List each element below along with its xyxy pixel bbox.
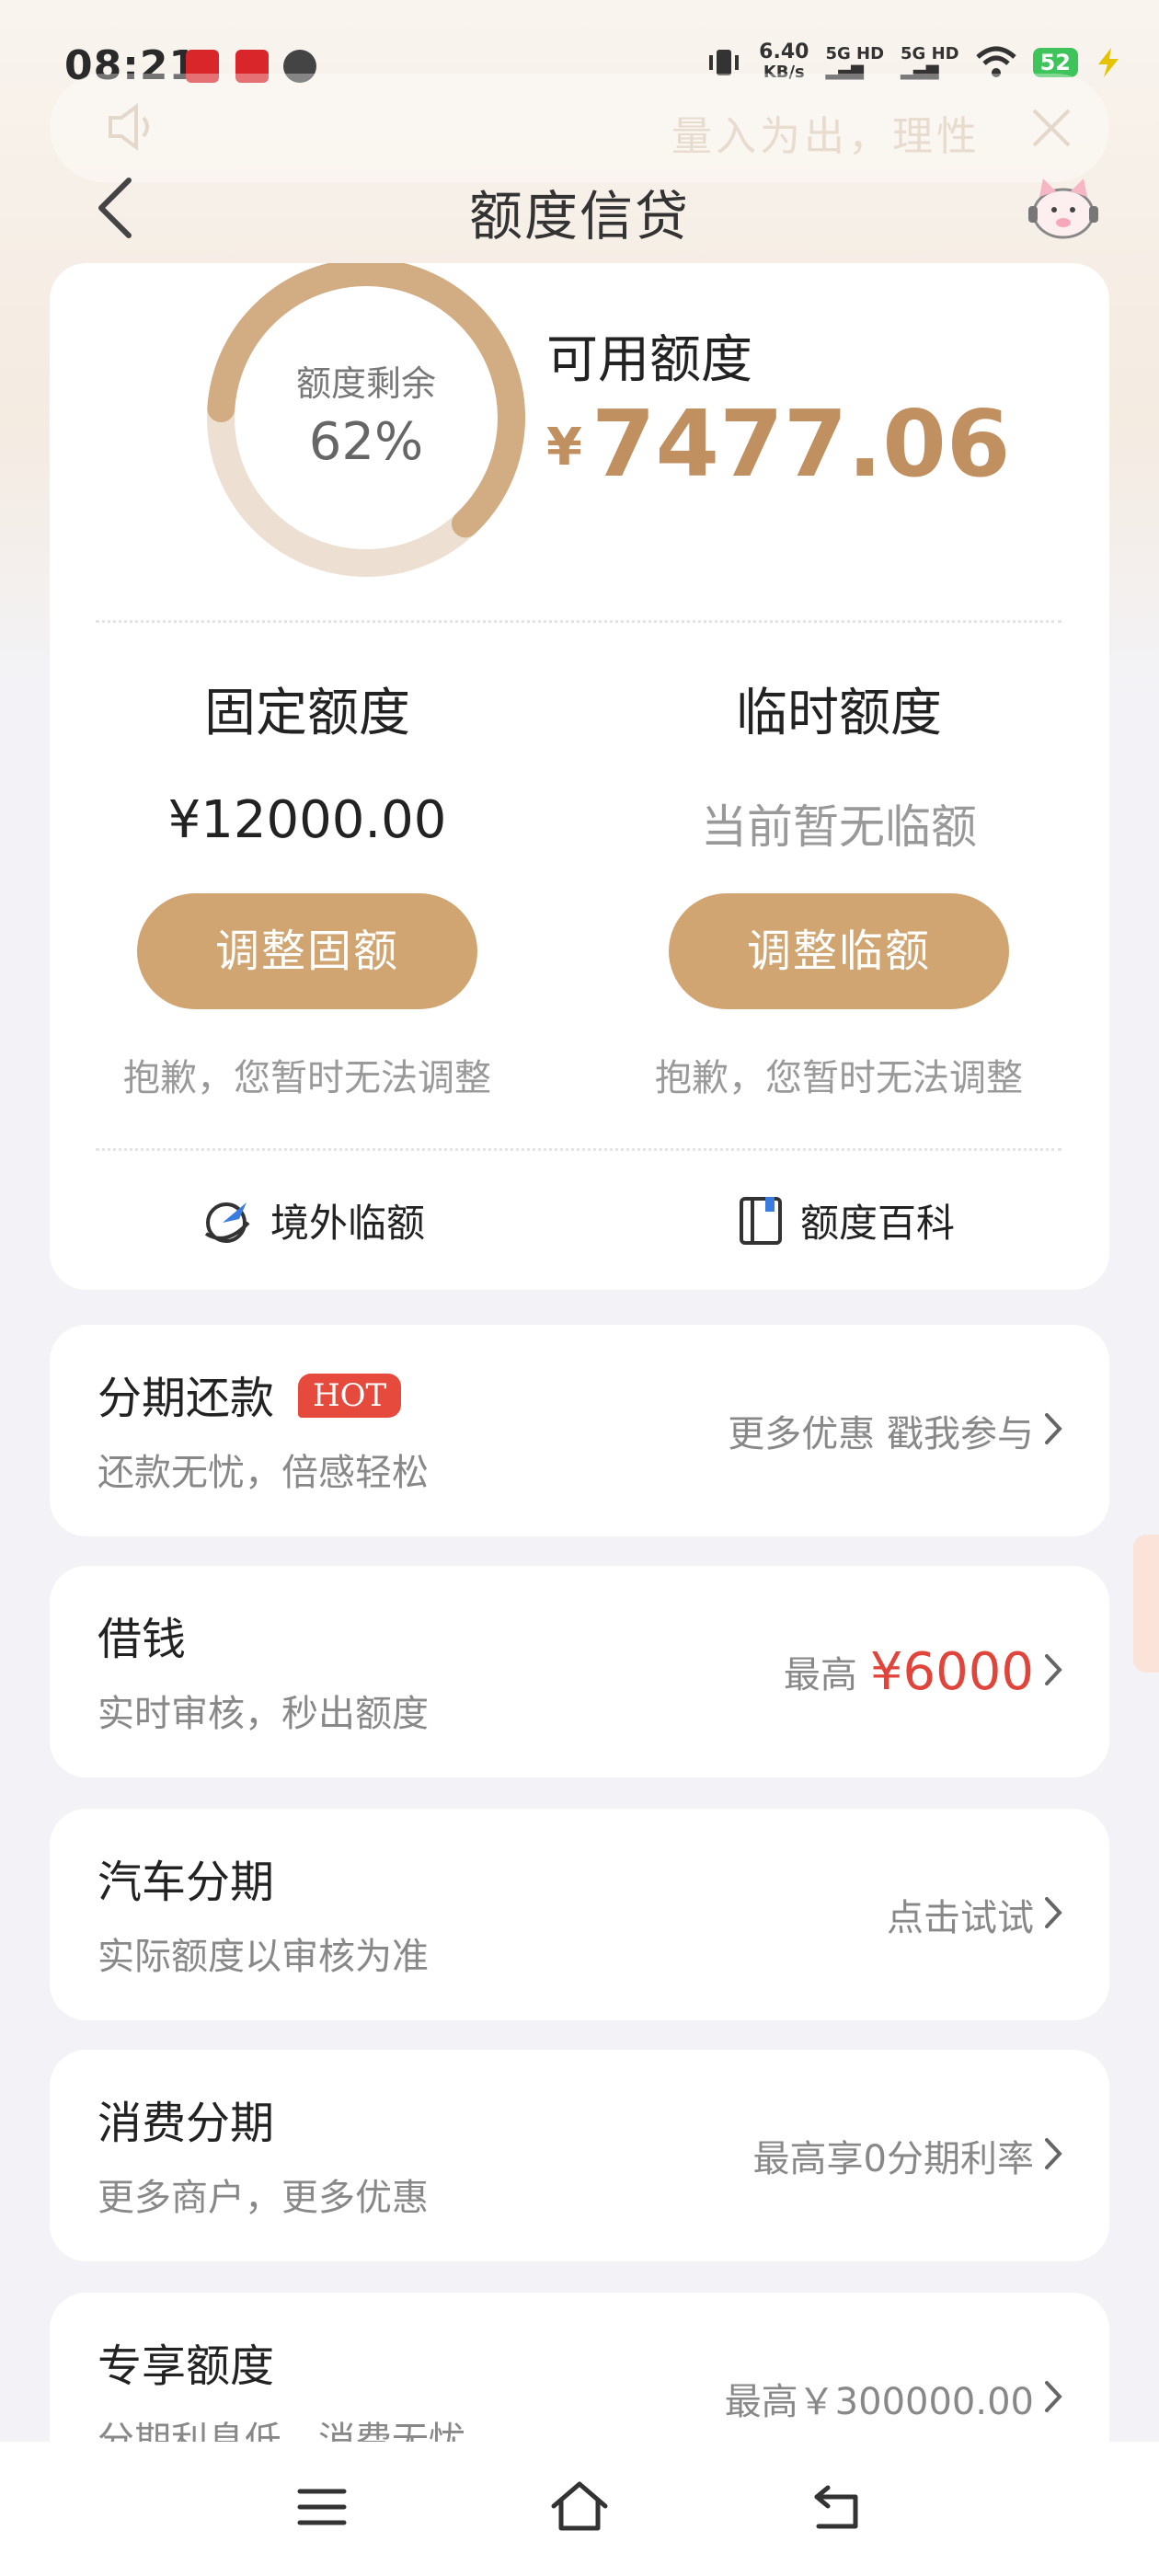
- fixed-credit-title: 固定额度: [204, 684, 410, 743]
- currency-symbol: ¥: [546, 418, 582, 477]
- fixed-credit-note: 抱歉，您暂时无法调整: [123, 1057, 491, 1099]
- charging-icon: [1098, 48, 1119, 77]
- notice-text: 量入为出，理性: [671, 113, 981, 160]
- notice-banner[interactable]: 量入为出，理性: [50, 74, 1109, 182]
- service-subtitle: 实时审核，秒出额度: [98, 1693, 429, 1735]
- system-navigation-bar: [0, 2442, 1159, 2576]
- fixed-credit-section: 固定额度 ¥12000.00 调整固额 抱歉，您暂时无法调整: [50, 672, 565, 1101]
- temporary-credit-note: 抱歉，您暂时无法调整: [655, 1057, 1023, 1099]
- available-label: 可用额度: [546, 330, 752, 390]
- available-amount: ¥7477.06: [546, 390, 1010, 498]
- floating-side-tab[interactable]: [1133, 1535, 1159, 1673]
- ring-label: 额度剩余: [295, 363, 436, 404]
- mascot-icon[interactable]: [1025, 173, 1102, 243]
- service-subtitle: 更多商户，更多优惠: [98, 2177, 429, 2219]
- book-icon: [740, 1196, 782, 1245]
- service-title: 汽车分期: [98, 1857, 275, 1908]
- service-title: 借钱: [98, 1614, 187, 1665]
- chevron-right-icon: [1045, 2381, 1062, 2412]
- chevron-right-icon: [1045, 1897, 1062, 1928]
- temporary-credit-section: 临时额度 当前暂无临额 调整临额 抱歉，您暂时无法调整: [581, 672, 1096, 1101]
- chevron-right-icon: [1045, 1413, 1062, 1444]
- service-subtitle: 实际额度以审核为准: [98, 1936, 429, 1978]
- temporary-credit-title: 临时额度: [736, 684, 942, 743]
- service-right-text: 最高 ¥6000: [783, 1641, 1034, 1702]
- overseas-temp-credit-link[interactable]: 境外临额: [202, 1192, 425, 1248]
- overseas-temp-credit-label: 境外临额: [270, 1201, 426, 1246]
- credit-encyclopedia-label: 额度百科: [800, 1201, 956, 1246]
- close-icon[interactable]: [1030, 107, 1073, 149]
- adjust-temporary-button[interactable]: 调整临额: [669, 893, 1009, 1009]
- chevron-right-icon: [1045, 2138, 1062, 2169]
- service-borrow-money[interactable]: 借钱 实时审核，秒出额度 最高 ¥6000: [50, 1566, 1109, 1777]
- service-right-text: 更多优惠 戳我参与: [728, 1413, 1034, 1455]
- max-loan-amount: ¥6000: [869, 1641, 1034, 1702]
- chevron-right-icon: [1045, 1654, 1062, 1685]
- service-title: 消费分期: [98, 2098, 275, 2149]
- menu-icon[interactable]: [296, 2484, 348, 2530]
- service-car-installment[interactable]: 汽车分期 实际额度以审核为准 点击试试: [50, 1809, 1109, 2020]
- available-amount-value: 7477.06: [591, 390, 1011, 498]
- page-title: 额度信贷: [468, 185, 690, 247]
- temporary-credit-amount: 当前暂无临额: [701, 800, 977, 854]
- credit-summary-card: 额度剩余 62% 可用额度 ¥7477.06 固定额度 ¥12000.00 调整…: [50, 263, 1109, 1290]
- divider: [96, 620, 1061, 623]
- plane-globe-icon: [204, 1202, 250, 1243]
- back-nav-icon[interactable]: [809, 2482, 865, 2532]
- service-right-text: 点击试试: [887, 1897, 1034, 1939]
- speaker-icon: [109, 103, 149, 151]
- hot-badge: HOT: [298, 1374, 402, 1418]
- service-subtitle: 还款无忧，倍感轻松: [98, 1452, 429, 1494]
- divider: [96, 1148, 1061, 1151]
- home-icon[interactable]: [548, 2478, 611, 2534]
- ring-value: 62%: [308, 412, 424, 472]
- service-consumer-installment[interactable]: 消费分期 更多商户，更多优惠 最高享0分期利率: [50, 2050, 1109, 2261]
- service-title: 分期还款 HOT: [98, 1362, 402, 1426]
- fixed-credit-amount: ¥12000.00: [167, 790, 447, 850]
- credit-encyclopedia-link[interactable]: 额度百科: [738, 1192, 955, 1248]
- service-installment-repayment[interactable]: 分期还款 HOT 还款无忧，倍感轻松 更多优惠 戳我参与: [50, 1325, 1109, 1536]
- service-title: 专享额度: [98, 2340, 275, 2392]
- service-right-text: 最高享0分期利率: [752, 2138, 1034, 2180]
- adjust-fixed-button[interactable]: 调整固额: [137, 893, 477, 1009]
